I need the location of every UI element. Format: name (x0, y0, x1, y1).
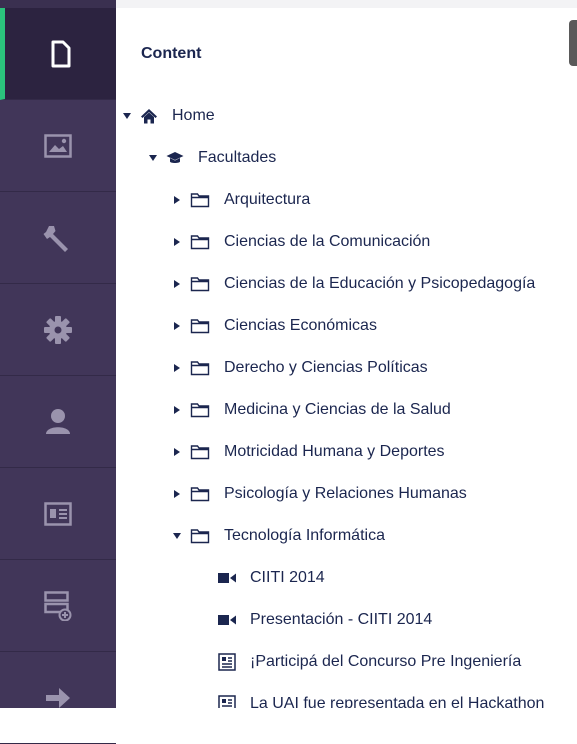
section-users[interactable] (0, 376, 116, 468)
folder-icon (190, 486, 210, 502)
video-icon (218, 614, 236, 626)
caret-right-icon[interactable] (172, 405, 182, 415)
tree-folder[interactable]: Tecnología Informática (172, 521, 385, 551)
home-icon (140, 108, 158, 124)
user-icon (46, 408, 70, 434)
tree-folder[interactable]: Arquitectura (172, 185, 310, 215)
tree-node-label: Presentación - CIITI 2014 (250, 611, 433, 628)
section-rail (0, 0, 116, 744)
caret-down-icon[interactable] (122, 111, 132, 121)
tree-item[interactable]: La UAI fue representada en el Hackathon (218, 689, 544, 708)
folder-icon (190, 318, 210, 334)
tree-node-label: Ciencias de la Educación y Psicopedagogí… (224, 275, 536, 292)
tree-node-label: CIITI 2014 (250, 569, 325, 586)
caret-right-icon[interactable] (172, 237, 182, 247)
folder-icon (190, 234, 210, 250)
member-card-icon (44, 501, 72, 526)
caret-right-icon[interactable] (172, 321, 182, 331)
tree-folder[interactable]: Ciencias de la Comunicación (172, 227, 430, 257)
tree-item[interactable]: Presentación - CIITI 2014 (218, 605, 432, 635)
section-developer[interactable] (0, 284, 116, 376)
folder-icon (190, 276, 210, 292)
tree-node-label: Facultades (198, 149, 277, 166)
folder-icon (190, 444, 210, 460)
tree-node-label: Ciencias de la Comunicación (224, 233, 431, 250)
tree-node-label: Arquitectura (224, 191, 311, 208)
tree-folder[interactable]: Derecho y Ciencias Políticas (172, 353, 428, 383)
news-icon (218, 695, 236, 708)
wrench-icon (43, 225, 68, 252)
arrow-right-icon (46, 687, 70, 708)
section-translation[interactable] (0, 652, 116, 744)
tree-item[interactable]: CIITI 2014 (218, 563, 325, 593)
form-add-icon (44, 590, 72, 621)
tree-item[interactable]: ¡Participá del Concurso Pre Ingeniería (218, 647, 521, 677)
rail-top-strip (0, 0, 116, 8)
folder-icon (190, 528, 210, 544)
tree-node-label: Derecho y Ciencias Políticas (224, 359, 428, 376)
section-media[interactable] (0, 100, 116, 192)
document-icon (51, 40, 70, 67)
content-tree-panel: Content Home Facultades Arquitectura Cie… (116, 0, 577, 708)
tree-node-label: ¡Participá del Concurso Pre Ingeniería (250, 653, 522, 670)
graduation-cap-icon (166, 151, 184, 165)
panel-top-strip (116, 0, 577, 8)
caret-right-icon[interactable] (172, 195, 182, 205)
section-members[interactable] (0, 468, 116, 560)
tree-folder[interactable]: Ciencias de la Educación y Psicopedagogí… (172, 269, 535, 299)
tree-folder[interactable]: Ciencias Económicas (172, 311, 377, 341)
section-forms[interactable] (0, 560, 116, 652)
tree-node-facultades[interactable]: Facultades (148, 143, 276, 173)
folder-icon (190, 402, 210, 418)
video-icon (218, 572, 236, 584)
image-icon (44, 133, 72, 158)
news-icon (218, 653, 236, 671)
folder-icon (190, 360, 210, 376)
caret-right-icon[interactable] (172, 489, 182, 499)
tree-node-label: La UAI fue representada en el Hackathon (250, 695, 545, 708)
caret-down-icon[interactable] (148, 153, 158, 163)
tree-folder[interactable]: Psicología y Relaciones Humanas (172, 479, 467, 509)
caret-right-icon[interactable] (172, 447, 182, 457)
caret-down-icon[interactable] (172, 531, 182, 541)
section-content[interactable] (0, 8, 116, 100)
tree-node-label: Tecnología Informática (224, 527, 385, 544)
folder-icon (190, 192, 210, 208)
tree-folder[interactable]: Motricidad Humana y Deportes (172, 437, 445, 467)
scrollbar-thumb[interactable] (569, 20, 577, 66)
section-settings[interactable] (0, 192, 116, 284)
gear-icon (44, 315, 72, 344)
panel-title: Content (141, 45, 202, 62)
tree-node-label: Ciencias Económicas (224, 317, 377, 334)
tree-node-home[interactable]: Home (122, 101, 215, 131)
tree-node-label: Motricidad Humana y Deportes (224, 443, 445, 460)
tree-node-label: Home (172, 107, 215, 124)
tree-folder[interactable]: Medicina y Ciencias de la Salud (172, 395, 451, 425)
caret-right-icon[interactable] (172, 363, 182, 373)
tree-node-label: Psicología y Relaciones Humanas (224, 485, 467, 502)
caret-right-icon[interactable] (172, 279, 182, 289)
tree-node-label: Medicina y Ciencias de la Salud (224, 401, 451, 418)
